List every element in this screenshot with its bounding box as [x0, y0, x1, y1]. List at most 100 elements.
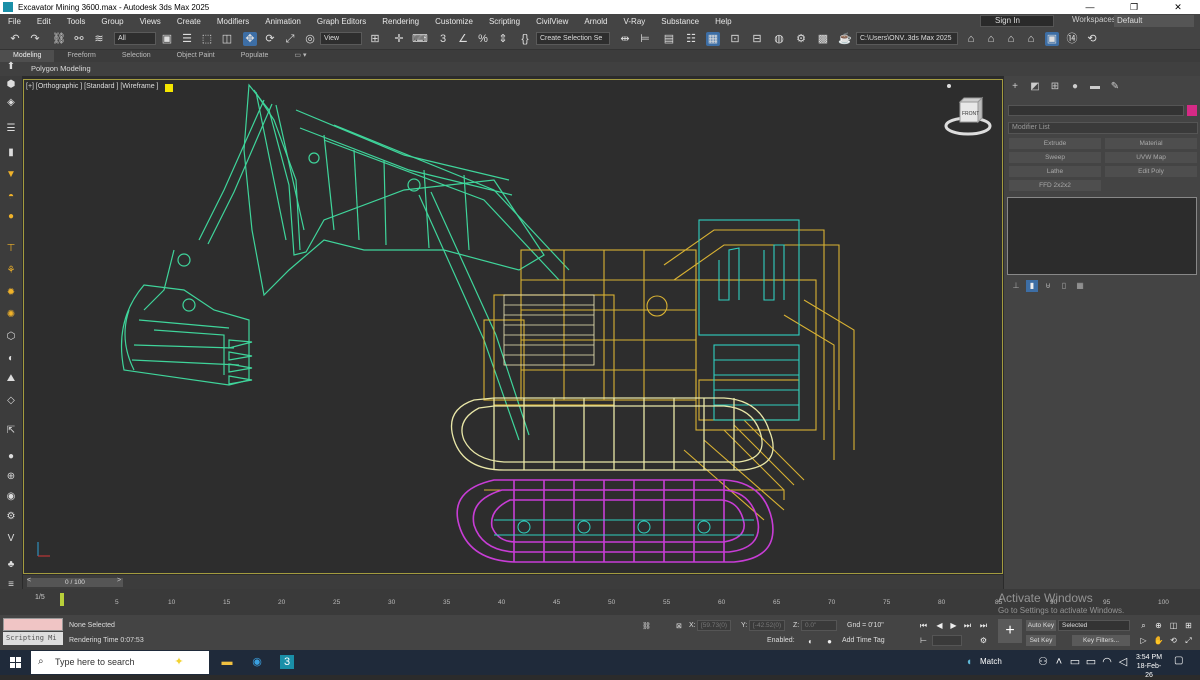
create-icon[interactable]: ⬆	[4, 60, 18, 74]
adaptive-degradation-icon[interactable]: ◐	[805, 636, 816, 647]
auto-key-button[interactable]: Auto Key	[1026, 620, 1056, 631]
snap-toggle-icon[interactable]: 3	[436, 32, 450, 46]
sky-light-icon[interactable]: ✹	[4, 286, 18, 300]
mirror-icon[interactable]: ⇹	[618, 32, 632, 46]
windows-start-icon[interactable]	[10, 657, 21, 668]
workspace-dropdown[interactable]: Default	[1114, 15, 1194, 27]
save-file-icon[interactable]: ▣	[1045, 32, 1059, 46]
display-tab-icon[interactable]: ▬	[1088, 80, 1102, 94]
pan-icon[interactable]: ✋	[1153, 635, 1164, 646]
placement-icon[interactable]: ◎	[303, 32, 317, 46]
menu-tools[interactable]: Tools	[59, 17, 94, 26]
scene-explorer-icon[interactable]: ▤	[662, 32, 676, 46]
remove-modifier-icon[interactable]: ▯	[1058, 280, 1070, 292]
ribbon-options-icon[interactable]: ▭ ▾	[281, 50, 319, 62]
taskbar-clock[interactable]: 3:54 PM 18-Feb-26	[1133, 653, 1165, 680]
people-icon[interactable]: ⚇	[1036, 655, 1050, 669]
angle-snap-icon[interactable]: ∠	[456, 32, 470, 46]
project-icon-2[interactable]: ⌂	[984, 32, 998, 46]
menu-help[interactable]: Help	[707, 17, 739, 26]
menu-group[interactable]: Group	[93, 17, 131, 26]
particle-icon[interactable]: ⊕	[4, 470, 18, 484]
layer-explorer-icon[interactable]: ☷	[684, 32, 698, 46]
z-coordinate-field[interactable]: 0.0"	[801, 620, 837, 631]
render-production-icon[interactable]: ☕	[838, 32, 852, 46]
motion-tab-icon[interactable]: ●	[1068, 80, 1082, 94]
render-setup-icon[interactable]: ⚙	[794, 32, 808, 46]
list-icon[interactable]: ☰	[4, 122, 18, 136]
named-selection-dropdown[interactable]: Create Selection Se	[536, 32, 610, 45]
utilities-tab-icon[interactable]: ✎	[1108, 80, 1122, 94]
project-path-dropdown[interactable]: C:\Users\ONV..3ds Max 2025	[856, 32, 958, 45]
go-to-start-icon[interactable]: ⏮	[918, 620, 929, 631]
rotate-icon[interactable]: ⟳	[263, 32, 277, 46]
project-folder-icon[interactable]: ⌂	[964, 32, 978, 46]
minimize-button[interactable]: —	[1068, 0, 1112, 14]
show-end-result-icon[interactable]: ▮	[1026, 280, 1038, 292]
rectangular-selection-icon[interactable]: ⬚	[200, 32, 214, 46]
select-object-icon[interactable]: ▣	[160, 32, 174, 46]
menu-edit[interactable]: Edit	[29, 17, 59, 26]
align-icon[interactable]: ⊨	[638, 32, 652, 46]
menu-substance[interactable]: Substance	[653, 17, 707, 26]
sync-icon[interactable]: ⟲	[1085, 32, 1099, 46]
menu-customize[interactable]: Customize	[427, 17, 481, 26]
edit-poly-button[interactable]: Edit Poly	[1105, 166, 1197, 177]
tab-object-paint[interactable]: Object Paint	[164, 50, 228, 62]
chevron-up-icon[interactable]: ˄	[1052, 655, 1066, 669]
menu-file[interactable]: File	[0, 17, 29, 26]
scripting-mini-listener[interactable]: Scripting Mi	[3, 632, 63, 645]
add-time-tag-button[interactable]: Add Time Tag	[842, 637, 885, 644]
material-button[interactable]: Material	[1105, 138, 1197, 149]
menu-rendering[interactable]: Rendering	[374, 17, 427, 26]
zoom-all-icon[interactable]: ⊕	[1153, 620, 1164, 631]
toggle-ribbon-icon[interactable]: ▦	[706, 32, 720, 46]
project-icon-4[interactable]: ⌂	[1024, 32, 1038, 46]
network-icon[interactable]: ▭	[1068, 655, 1082, 669]
object-name-field[interactable]	[1008, 105, 1184, 116]
shape-icon[interactable]: ◇	[4, 394, 18, 408]
hierarchy-icon[interactable]: ⬢	[4, 78, 18, 92]
viewcube[interactable]: FRONT	[942, 80, 998, 136]
menu-vray[interactable]: V-Ray	[616, 17, 654, 26]
sweep-button[interactable]: Sweep	[1009, 152, 1101, 163]
tab-selection[interactable]: Selection	[109, 50, 164, 62]
curve-editor-icon[interactable]: ⊡	[728, 32, 742, 46]
arrow-icon[interactable]: ⇱	[4, 424, 18, 438]
material-ball-icon[interactable]: ●	[4, 450, 18, 464]
percent-snap-icon[interactable]: %	[476, 32, 490, 46]
spinner-snap-icon[interactable]: ⇕	[496, 32, 510, 46]
modify-tab-icon[interactable]: ◩	[1028, 80, 1042, 94]
menu-create[interactable]: Create	[169, 17, 209, 26]
field-of-view-icon[interactable]: ▷	[1138, 635, 1149, 646]
schematic-view-icon[interactable]: ⊟	[750, 32, 764, 46]
version-icon[interactable]: ⑭	[1065, 32, 1079, 46]
landscape-icon[interactable]: ⛰	[4, 372, 18, 386]
tree-icon[interactable]: ♣	[4, 558, 18, 572]
keyboard-shortcut-icon[interactable]: ⌨	[412, 32, 428, 46]
redo-icon[interactable]: ↷	[28, 32, 42, 46]
bind-spacewarp-icon[interactable]: ≋	[92, 32, 106, 46]
play-icon[interactable]: ▶	[948, 620, 959, 631]
maximize-viewport-icon[interactable]: ⤢	[1183, 635, 1194, 646]
tab-populate[interactable]: Populate	[228, 50, 282, 62]
configure-sets-icon[interactable]: ▦	[1074, 280, 1086, 292]
uvw-map-button[interactable]: UVW Map	[1105, 152, 1197, 163]
key-filters-button[interactable]: Key Filters...	[1072, 635, 1130, 646]
reference-coordinate-dropdown[interactable]: View	[320, 32, 362, 45]
battery-icon[interactable]: ▭	[1084, 655, 1098, 669]
current-frame-field[interactable]	[932, 635, 962, 646]
lamp-icon[interactable]: ⚘	[4, 264, 18, 278]
edge-icon[interactable]: ◉	[250, 655, 264, 669]
unlink-icon[interactable]: ⚯	[72, 32, 86, 46]
window-crossing-icon[interactable]: ◫	[220, 32, 234, 46]
wifi-icon[interactable]: ◠	[1100, 655, 1114, 669]
go-to-end-icon[interactable]: ⏭	[978, 620, 989, 631]
maximize-button[interactable]: ❐	[1112, 0, 1156, 14]
menu-animation[interactable]: Animation	[257, 17, 309, 26]
camera-icon[interactable]: ▮	[4, 146, 18, 160]
tab-freeform[interactable]: Freeform	[54, 50, 108, 62]
select-by-name-icon[interactable]: ☰	[180, 32, 194, 46]
set-key-button[interactable]: Set Key	[1026, 635, 1056, 646]
create-tab-icon[interactable]: +	[1008, 80, 1022, 94]
